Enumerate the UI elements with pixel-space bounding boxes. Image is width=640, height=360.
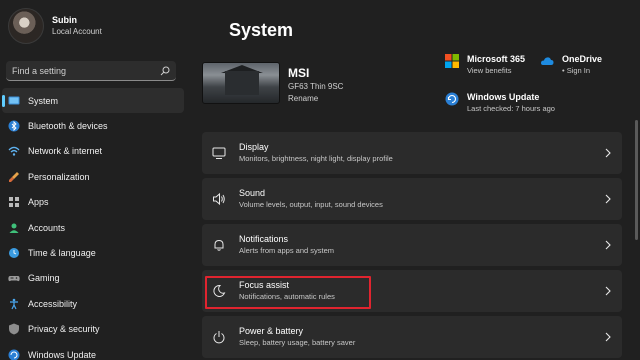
- brush-icon: [9, 171, 19, 182]
- sidebar-item-bluetooth[interactable]: Bluetooth & devices: [2, 113, 184, 138]
- card-title: Power & battery: [239, 326, 304, 336]
- card-subtitle: Notifications, automatic rules: [239, 292, 335, 301]
- profile-account-type: Local Account: [52, 27, 102, 36]
- windows-update-link[interactable]: Windows Update Last checked: 7 hours ago: [445, 91, 555, 115]
- sidebar-item-network[interactable]: Network & internet: [2, 139, 184, 164]
- quick-link-sub: • Sign In: [562, 66, 591, 75]
- nav-list: System Bluetooth & devices Network & int…: [0, 88, 190, 360]
- shield-icon: [9, 323, 19, 335]
- sidebar-item-apps[interactable]: Apps: [2, 190, 184, 215]
- settings-card-sound[interactable]: Sound Volume levels, output, input, soun…: [202, 178, 622, 220]
- card-title: Display: [239, 142, 269, 152]
- update-icon: [445, 92, 459, 106]
- settings-list: Display Monitors, brightness, night ligh…: [202, 132, 622, 360]
- sidebar-item-accounts[interactable]: Accounts: [2, 215, 184, 240]
- apps-icon: [9, 197, 19, 208]
- user-profile[interactable]: Subin Local Account: [8, 8, 102, 44]
- onedrive-link[interactable]: OneDrive • Sign In: [540, 53, 602, 77]
- sidebar-item-gaming[interactable]: Gaming: [2, 266, 184, 291]
- page-title: System: [229, 20, 294, 40]
- chevron-right-icon: [605, 148, 611, 158]
- settings-card-display[interactable]: Display Monitors, brightness, night ligh…: [202, 132, 622, 174]
- update-icon: [8, 349, 20, 360]
- sidebar-item-label: Accounts: [28, 222, 66, 233]
- search-icon[interactable]: [160, 66, 170, 76]
- microsoft365-link[interactable]: Microsoft 365 View benefits: [445, 53, 525, 77]
- monitor-icon: [8, 96, 20, 105]
- device-wallpaper-thumbnail: [202, 62, 280, 104]
- bluetooth-icon: [8, 120, 20, 132]
- rename-link[interactable]: Rename: [288, 93, 343, 105]
- sidebar-item-label: Apps: [28, 197, 49, 208]
- moon-icon: [213, 284, 226, 297]
- microsoft-logo-icon: [445, 54, 459, 68]
- card-subtitle: Sleep, battery usage, battery saver: [239, 338, 356, 347]
- sidebar-item-label: Gaming: [28, 273, 60, 284]
- search-box[interactable]: [6, 61, 176, 81]
- sidebar-item-label: Windows Update: [28, 349, 97, 360]
- sidebar-item-label: Accessibility: [28, 298, 78, 309]
- wifi-icon: [8, 147, 20, 157]
- bell-icon: [214, 239, 224, 251]
- sidebar-item-time-language[interactable]: Time & language: [2, 240, 184, 265]
- sidebar-item-label: System: [28, 95, 59, 106]
- chevron-right-icon: [605, 286, 611, 296]
- sidebar-item-label: Network & internet: [28, 146, 103, 157]
- sidebar-item-label: Bluetooth & devices: [28, 121, 108, 132]
- sidebar-item-personalization[interactable]: Personalization: [2, 164, 184, 189]
- quick-link-sub: Last checked: 7 hours ago: [467, 104, 555, 113]
- cloud-icon: [541, 57, 554, 65]
- device-model: GF63 Thin 9SC: [288, 82, 344, 91]
- sidebar-item-windows-update[interactable]: Windows Update: [2, 342, 184, 360]
- card-title: Focus assist: [239, 280, 290, 290]
- search-input[interactable]: [12, 65, 160, 76]
- sidebar-item-label: Time & language: [28, 248, 96, 259]
- sidebar: Subin Local Account System Bluetooth & d…: [0, 0, 190, 360]
- sidebar-item-label: Personalization: [28, 171, 90, 182]
- card-title: Notifications: [239, 234, 289, 244]
- card-subtitle: Volume levels, output, input, sound devi…: [239, 200, 383, 209]
- quick-link-sub: View benefits: [467, 66, 512, 75]
- person-icon: [9, 223, 19, 233]
- sidebar-item-system[interactable]: System: [2, 88, 184, 114]
- card-subtitle: Alerts from apps and system: [239, 246, 335, 255]
- quick-link-title: Microsoft 365: [467, 54, 526, 64]
- sidebar-item-privacy[interactable]: Privacy & security: [2, 317, 184, 342]
- sidebar-item-label: Privacy & security: [28, 324, 100, 335]
- chevron-right-icon: [605, 332, 611, 342]
- settings-card-focus-assist[interactable]: Focus assist Notifications, automatic ru…: [202, 270, 622, 312]
- speaker-icon: [213, 192, 225, 206]
- power-icon: [213, 331, 225, 344]
- quick-link-title: OneDrive: [562, 54, 603, 64]
- sidebar-item-accessibility[interactable]: Accessibility: [2, 291, 184, 316]
- chevron-right-icon: [605, 240, 611, 250]
- display-icon: [212, 147, 226, 159]
- quick-link-title: Windows Update: [467, 92, 540, 102]
- card-title: Sound: [239, 188, 266, 198]
- scrollbar[interactable]: [635, 120, 638, 240]
- avatar[interactable]: [8, 8, 44, 44]
- globe-clock-icon: [9, 248, 19, 259]
- chevron-right-icon: [605, 194, 611, 204]
- gamepad-icon: [8, 276, 20, 282]
- accessibility-icon: [10, 298, 18, 310]
- device-summary: MSI GF63 Thin 9SC Rename: [202, 62, 343, 105]
- settings-card-power-battery[interactable]: Power & battery Sleep, battery usage, ba…: [202, 316, 622, 358]
- card-subtitle: Monitors, brightness, night light, displ…: [239, 154, 393, 163]
- settings-card-notifications[interactable]: Notifications Alerts from apps and syste…: [202, 224, 622, 266]
- device-name: MSI: [288, 66, 310, 80]
- profile-name: Subin: [52, 15, 77, 25]
